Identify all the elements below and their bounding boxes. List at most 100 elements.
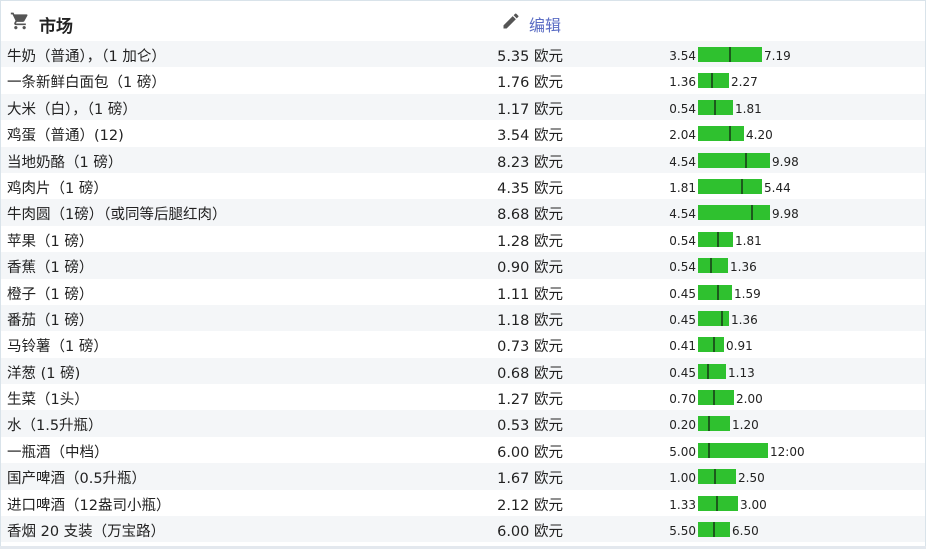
list-item: 鸡肉片（1 磅） 4.35 欧元 1.81 5.44 — [1, 172, 925, 200]
item-name: 国产啤酒（0.5升瓶） — [7, 471, 147, 488]
range-min: 0.41 — [669, 339, 696, 354]
list-item: 牛奶（普通），（1 加仑） 5.35 欧元 3.54 7.19 — [1, 41, 925, 68]
price-range-bar — [698, 99, 733, 115]
price-range-bar — [698, 310, 729, 326]
edit-link[interactable]: 编辑 — [529, 12, 561, 36]
range-max: 0.91 — [726, 339, 753, 354]
price-range-bar — [698, 522, 730, 538]
item-price: 3.54 欧元 — [497, 128, 563, 145]
current-price-marker — [716, 495, 718, 511]
price-range-bar — [698, 231, 733, 247]
current-price-marker — [707, 363, 709, 379]
price-range-bar — [698, 416, 730, 432]
range-min: 4.54 — [669, 154, 696, 169]
item-price: 2.12 欧元 — [497, 497, 563, 514]
range-max: 1.81 — [735, 101, 762, 116]
current-price-marker — [713, 337, 715, 353]
list-item: 国产啤酒（0.5升瓶） 1.67 欧元 1.00 2.50 — [1, 463, 925, 490]
current-price-marker — [721, 310, 723, 326]
current-price-marker — [710, 258, 712, 274]
price-range-bar — [698, 363, 726, 379]
range-min: 0.45 — [669, 312, 696, 327]
item-price: 0.73 欧元 — [497, 339, 563, 356]
current-price-marker — [751, 205, 753, 221]
item-name: 鸡蛋（普通）(12) — [7, 128, 124, 145]
pencil-icon[interactable] — [501, 11, 521, 31]
item-name: 香蕉（1 磅） — [7, 260, 94, 277]
item-price: 0.53 欧元 — [497, 418, 563, 435]
current-price-marker — [729, 126, 731, 142]
list-item: 大米（白），（1 磅） 1.17 欧元 0.54 1.81 — [1, 93, 925, 121]
list-item: 番茄（1 磅） 1.18 欧元 0.45 1.36 — [1, 304, 925, 332]
market-panel: 市场 编辑 牛奶（普通），（1 加仑） 5.35 欧元 3.54 7.19 一条新鲜白面… — [0, 0, 926, 549]
item-price: 6.00 欧元 — [497, 444, 563, 461]
item-price: 1.27 欧元 — [497, 392, 563, 409]
range-max: 9.98 — [772, 207, 799, 222]
list-item: 当地奶酪（1 磅） 8.23 欧元 4.54 9.98 — [1, 146, 925, 173]
item-price: 1.28 欧元 — [497, 233, 563, 250]
price-range-bar — [698, 390, 734, 406]
item-price: 1.11 欧元 — [497, 286, 563, 303]
page-title: 市场 — [39, 17, 73, 37]
price-range-bar — [698, 284, 732, 300]
range-min: 0.20 — [669, 418, 696, 433]
item-price: 1.67 欧元 — [497, 471, 563, 488]
current-price-marker — [741, 178, 743, 194]
price-range-bar — [698, 495, 738, 511]
price-list: 牛奶（普通），（1 加仑） 5.35 欧元 3.54 7.19 一条新鲜白面包（1 磅）… — [1, 41, 925, 543]
item-price: 8.68 欧元 — [497, 207, 563, 224]
range-max: 3.00 — [740, 497, 767, 512]
range-max: 6.50 — [732, 524, 759, 539]
item-name: 一条新鲜白面包（1 磅） — [7, 75, 166, 92]
range-max: 2.50 — [738, 471, 765, 486]
list-item: 水（1.5升瓶） 0.53 欧元 0.20 1.20 — [1, 410, 925, 437]
item-price: 0.68 欧元 — [497, 365, 563, 382]
current-price-marker — [714, 99, 716, 115]
price-range-bar — [698, 469, 736, 485]
list-item: 洋葱 (1 磅) 0.68 欧元 0.45 1.13 — [1, 357, 925, 385]
range-min: 5.00 — [669, 444, 696, 459]
range-max: 1.20 — [732, 418, 759, 433]
range-min: 0.45 — [669, 286, 696, 301]
current-price-marker — [714, 469, 716, 485]
item-name: 牛奶（普通），（1 加仑） — [7, 49, 166, 65]
range-max: 1.36 — [731, 312, 758, 327]
current-price-marker — [729, 47, 731, 62]
item-name: 番茄（1 磅） — [7, 312, 94, 329]
range-min: 0.45 — [669, 365, 696, 380]
item-price: 5.35 欧元 — [497, 49, 563, 65]
list-item: 香烟 20 支装（万宝路） 6.00 欧元 5.50 6.50 — [1, 516, 925, 543]
range-min: 1.81 — [669, 180, 696, 195]
item-name: 马铃薯（1 磅） — [7, 339, 108, 356]
item-name: 当地奶酪（1 磅） — [7, 154, 123, 171]
current-price-marker — [708, 442, 710, 458]
shopping-cart-icon — [10, 12, 28, 30]
range-min: 0.54 — [669, 101, 696, 116]
item-price: 0.90 欧元 — [497, 260, 563, 277]
current-price-marker — [713, 522, 715, 538]
item-price: 4.35 欧元 — [497, 180, 563, 197]
list-item: 马铃薯（1 磅） 0.73 欧元 0.41 0.91 — [1, 331, 925, 358]
range-max: 12:00 — [770, 444, 805, 459]
item-name: 橙子（1 磅） — [7, 286, 94, 303]
item-price: 8.23 欧元 — [497, 154, 563, 171]
range-min: 0.70 — [669, 392, 696, 407]
range-max: 1.81 — [735, 233, 762, 248]
list-item: 鸡蛋（普通）(12) 3.54 欧元 2.04 4.20 — [1, 120, 925, 147]
list-item: 一瓶酒（中档） 6.00 欧元 5.00 12:00 — [1, 436, 925, 464]
item-name: 牛肉圆（1磅）（或同等后腿红肉） — [7, 207, 227, 224]
range-min: 0.54 — [669, 233, 696, 248]
range-min: 5.50 — [669, 524, 696, 539]
range-max: 2.27 — [731, 75, 758, 90]
price-range-bar — [698, 126, 744, 142]
item-name: 大米（白），（1 磅） — [7, 101, 137, 118]
item-name: 鸡肉片（1 磅） — [7, 180, 108, 197]
list-item: 牛肉圆（1磅）（或同等后腿红肉） 8.68 欧元 4.54 9.98 — [1, 199, 925, 226]
current-price-marker — [717, 284, 719, 300]
list-item: 橙子（1 磅） 1.11 欧元 0.45 1.59 — [1, 278, 925, 305]
item-name: 一瓶酒（中档） — [7, 444, 109, 461]
list-item: 香蕉（1 磅） 0.90 欧元 0.54 1.36 — [1, 252, 925, 279]
range-max: 2.00 — [736, 392, 763, 407]
range-min: 3.54 — [669, 49, 696, 63]
current-price-marker — [708, 416, 710, 432]
